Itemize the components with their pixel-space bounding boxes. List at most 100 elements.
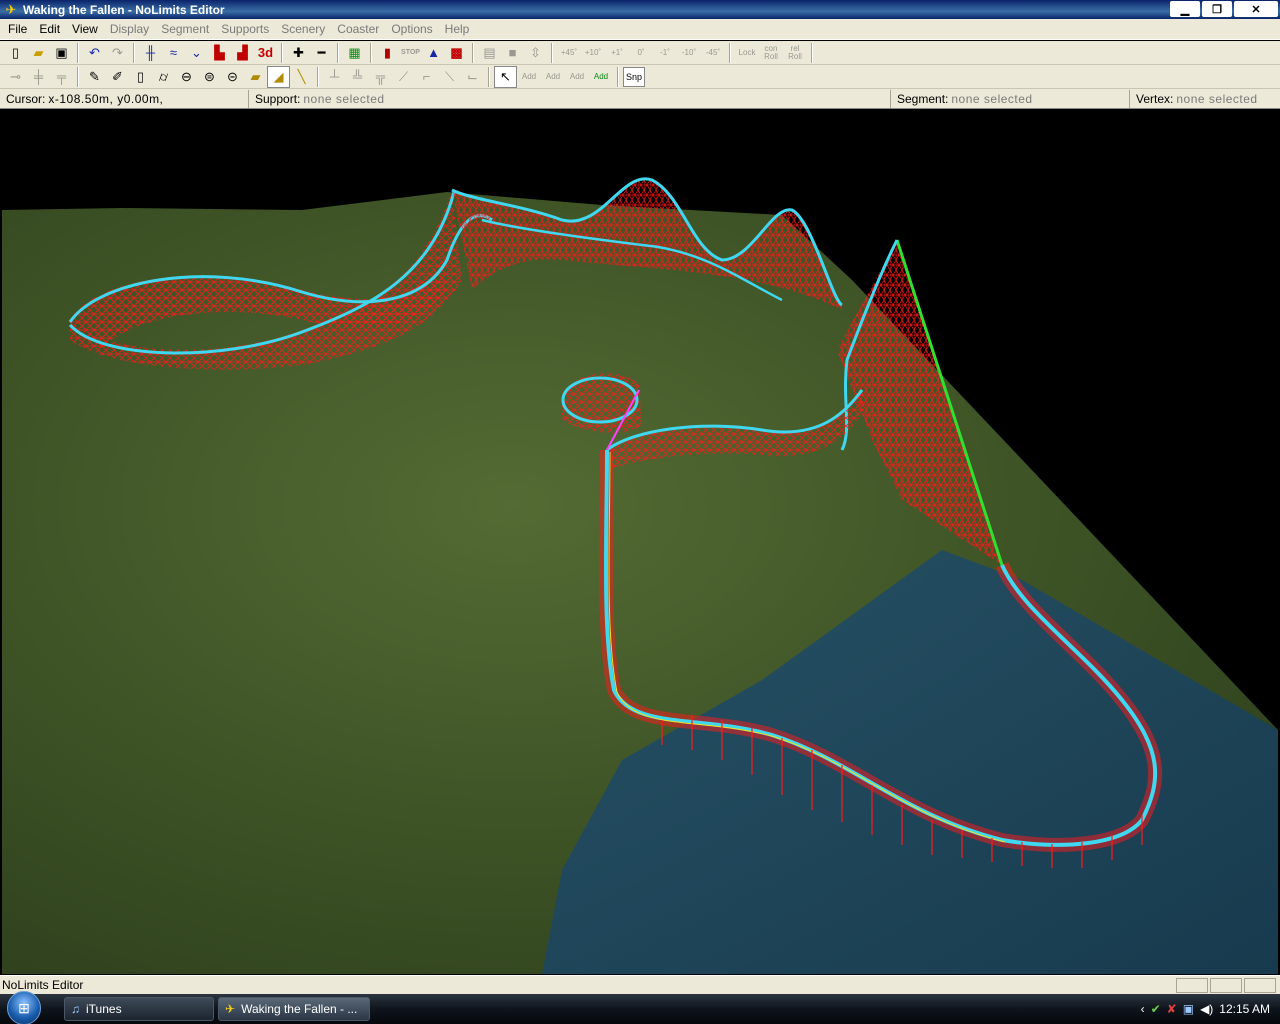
footer-icon[interactable]: ⊜	[198, 66, 221, 88]
menu-view[interactable]: View	[66, 20, 104, 39]
valley-track-icon[interactable]: ⌄	[185, 42, 208, 64]
security-alert-icon[interactable]: ✘	[1167, 1002, 1177, 1016]
open-folder-icon[interactable]: ▰	[27, 42, 50, 64]
itunes-icon: ♫	[71, 1002, 80, 1016]
taskbar-item-itunes[interactable]: ♫ iTunes	[64, 997, 214, 1021]
toolbar-separator	[281, 42, 283, 63]
new-file-icon[interactable]: ▯	[4, 42, 27, 64]
add-free-button[interactable]: Add	[565, 66, 589, 88]
roll-plus45-button[interactable]: +45˚	[557, 42, 581, 64]
redo-icon[interactable]: ↷	[106, 42, 129, 64]
pylon-icon[interactable]: ▲	[422, 42, 445, 64]
multi-pencil-icon[interactable]: ✐	[106, 66, 129, 88]
roll-minus10-button[interactable]: -10˚	[677, 42, 701, 64]
cylinder-wide-icon[interactable]: ⊖	[175, 66, 198, 88]
menu-supports[interactable]: Supports	[215, 20, 275, 39]
tray-expand-icon[interactable]: ‹	[1141, 1002, 1145, 1016]
stop-sign-icon[interactable]: STOP	[399, 42, 422, 64]
menu-edit[interactable]: Edit	[33, 20, 66, 39]
station-icon[interactable]: ▦	[343, 42, 366, 64]
bent-frame-icon[interactable]: ⌐	[415, 66, 438, 88]
align-icon[interactable]: ⇳	[524, 42, 547, 64]
menu-scenery[interactable]: Scenery	[275, 20, 331, 39]
toolbar-separator	[729, 42, 731, 63]
security-check-icon[interactable]: ✔	[1151, 1002, 1161, 1016]
toolbar-separator	[617, 66, 619, 87]
con-roll-button[interactable]: con Roll	[759, 42, 783, 64]
corner-icon[interactable]: ⌙	[461, 66, 484, 88]
toolbar-separator	[77, 42, 79, 63]
title-bar: ✈ Waking the Fallen - NoLimits Editor ▁ …	[0, 0, 1280, 19]
clock[interactable]: 12:15 AM	[1219, 1002, 1270, 1016]
3d-view-button[interactable]: 3d	[254, 42, 277, 64]
zoom-out-icon[interactable]: ━	[310, 42, 333, 64]
beam-tool-icon[interactable]: ╤	[50, 66, 73, 88]
frame-icon[interactable]: ╦	[369, 66, 392, 88]
status-pane	[1244, 978, 1276, 993]
volume-icon[interactable]: ◀)	[1200, 1002, 1213, 1016]
cursor-label: Cursor:	[6, 91, 46, 106]
start-button[interactable]: ⊞	[0, 991, 48, 1024]
tower-double-icon[interactable]: ╩	[346, 66, 369, 88]
coaster-3d-scene[interactable]	[2, 110, 1278, 974]
select-pointer-icon[interactable]: ↖	[494, 65, 517, 88]
cylinder-icon[interactable]: ⌭	[152, 66, 175, 88]
track-icon[interactable]: ╫	[139, 42, 162, 64]
toolbar-separator	[551, 42, 553, 63]
roll-plus1-button[interactable]: +1˚	[605, 42, 629, 64]
pencil-icon[interactable]: ✎	[83, 66, 106, 88]
taskbar-item-nolimits[interactable]: ✈ Waking the Fallen - ...	[218, 997, 370, 1021]
grid-view-icon[interactable]: ▤	[478, 42, 501, 64]
roll-minus45-button[interactable]: -45˚	[701, 42, 725, 64]
snap-toggle[interactable]: Snp	[623, 66, 645, 87]
slab-icon[interactable]: ▰	[244, 66, 267, 88]
save-disk-icon[interactable]: ▣	[50, 42, 73, 64]
info-bar: Cursor: x-108.50m, y0.00m, Support: none…	[0, 89, 1280, 109]
undo-icon[interactable]: ↶	[83, 42, 106, 64]
ramp-icon[interactable]: ◢	[267, 65, 290, 88]
menu-file[interactable]: File	[2, 20, 33, 39]
wave-track-icon[interactable]: ≈	[162, 42, 185, 64]
toolbar-separator	[317, 66, 319, 87]
add-node-button[interactable]: Add	[517, 66, 541, 88]
vertex-field: Vertex: none selected	[1129, 89, 1279, 108]
system-tray: ‹ ✔ ✘ ▣ ◀) 12:15 AM	[1141, 994, 1280, 1024]
add-link-button[interactable]: Add	[541, 66, 565, 88]
column-tool-icon[interactable]: ╪	[27, 66, 50, 88]
roll-zero-button[interactable]: 0˚	[629, 42, 653, 64]
toolbar-separator	[337, 42, 339, 63]
3d-viewport[interactable]	[2, 110, 1278, 974]
menu-help[interactable]: Help	[439, 20, 476, 39]
tower-icon[interactable]: ┴	[323, 66, 346, 88]
lock-button[interactable]: Lock	[735, 42, 759, 64]
support-tool-icon[interactable]: ⊸	[4, 66, 27, 88]
slant-icon[interactable]: ⟍	[438, 66, 461, 88]
network-icon[interactable]: ▣	[1183, 1002, 1194, 1016]
train-icon[interactable]: ▙	[208, 42, 231, 64]
traffic-light-icon[interactable]: ▮	[376, 42, 399, 64]
footer-wide-icon[interactable]: ⊝	[221, 66, 244, 88]
slant-frame-icon[interactable]: ⟋	[392, 66, 415, 88]
close-button[interactable]: ✕	[1234, 1, 1278, 17]
rel-roll-button[interactable]: rel Roll	[783, 42, 807, 64]
add-footer-button[interactable]: Add	[589, 66, 613, 88]
vertex-value: none selected	[1176, 91, 1258, 106]
roll-minus1-button[interactable]: -1˚	[653, 42, 677, 64]
menu-options[interactable]: Options	[385, 20, 438, 39]
menu-coaster[interactable]: Coaster	[331, 20, 385, 39]
train-cars-icon[interactable]: ▟	[231, 42, 254, 64]
solid-view-icon[interactable]: ■	[501, 42, 524, 64]
minimize-button[interactable]: ▁	[1170, 1, 1200, 17]
menu-segment[interactable]: Segment	[155, 20, 215, 39]
pole-icon[interactable]: ▯	[129, 66, 152, 88]
roll-plus10-button[interactable]: +10˚	[581, 42, 605, 64]
diagonal-icon[interactable]: ╲	[290, 66, 313, 88]
zoom-in-icon[interactable]: ✚	[287, 42, 310, 64]
nolimits-icon: ✈	[225, 1002, 236, 1016]
toolbar-separator	[370, 42, 372, 63]
menu-display[interactable]: Display	[104, 20, 155, 39]
render-icon[interactable]: ▩	[445, 42, 468, 64]
status-bar: NoLimits Editor	[0, 975, 1280, 994]
toolbar-separator	[488, 66, 490, 87]
restore-button[interactable]: ❐	[1202, 1, 1232, 17]
